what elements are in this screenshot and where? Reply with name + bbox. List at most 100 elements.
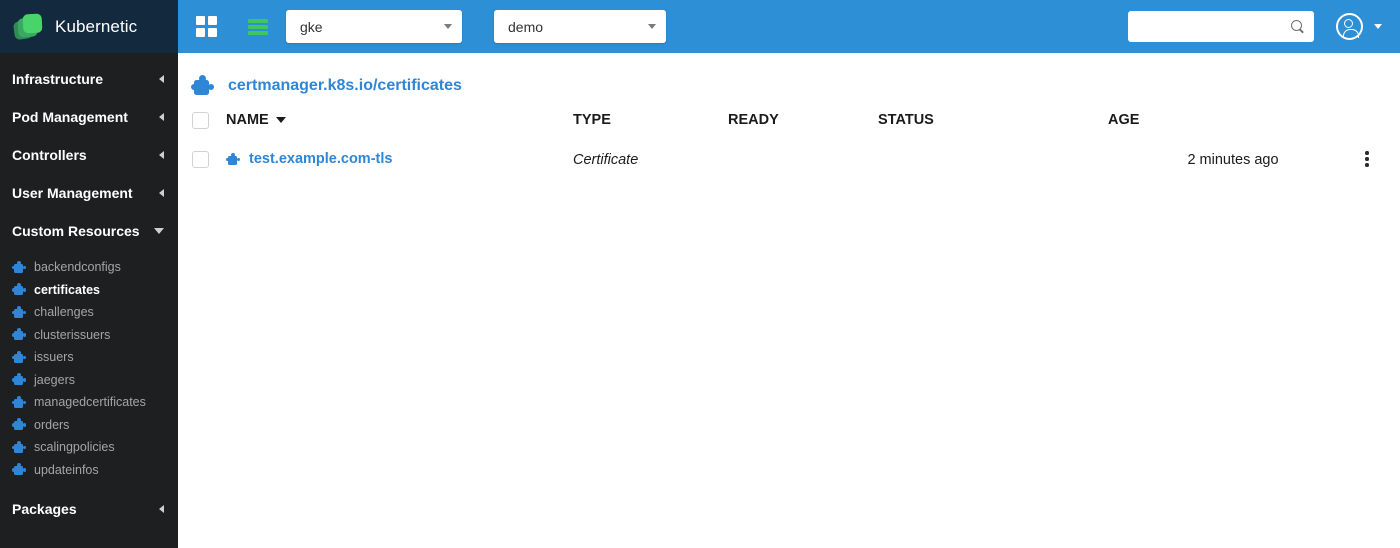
column-header-status[interactable]: STATUS: [878, 101, 1108, 139]
chevron-left-icon: [159, 113, 164, 121]
puzzle-piece-icon: [12, 305, 26, 319]
table-row[interactable]: test.example.com-tls Certificate 2 minut…: [178, 139, 1400, 179]
sort-descending-caret-icon: [275, 117, 286, 123]
cell-status: [878, 139, 1108, 179]
chevron-down-icon: [444, 24, 452, 29]
top-row: Kubernetic gke demo: [0, 0, 1400, 53]
sidebar-item-label: certificates: [34, 282, 101, 297]
resource-table: NAME TYPE READY STATUS AGE test.example.…: [178, 101, 1400, 179]
sidebar-item-label: backendconfigs: [34, 260, 121, 275]
search-box[interactable]: [1128, 11, 1314, 42]
sidebar-item-backendconfigs[interactable]: backendconfigs: [0, 256, 178, 279]
puzzle-piece-icon: [12, 350, 26, 364]
resource-type-value: Certificate: [573, 151, 639, 168]
sidebar-item-label: updateinfos: [34, 462, 99, 477]
sidebar-item-orders[interactable]: orders: [0, 414, 178, 437]
brand-logo-block[interactable]: Kubernetic: [0, 0, 178, 53]
sidebar-item-label: challenges: [34, 305, 94, 320]
sidebar-group-label: Custom Resources: [12, 223, 140, 239]
search-icon[interactable]: [1291, 19, 1305, 34]
breadcrumb-resource-link[interactable]: certmanager.k8s.io/certificates: [228, 77, 462, 95]
sidebar-group-user-management[interactable]: User Management: [0, 174, 178, 212]
body-row: Infrastructure Pod Management Controller…: [0, 53, 1400, 548]
cluster-select[interactable]: gke: [286, 10, 462, 43]
select-all-header: [178, 101, 226, 139]
column-header-ready[interactable]: READY: [728, 101, 878, 139]
sidebar-item-label: managedcertificates: [34, 395, 146, 410]
table-header: NAME TYPE READY STATUS AGE: [178, 101, 1400, 139]
puzzle-piece-icon: [12, 440, 26, 454]
cluster-stack-icon[interactable]: [248, 17, 268, 37]
column-header-actions: [1358, 101, 1400, 139]
puzzle-piece-icon: [226, 152, 240, 166]
search-input[interactable]: [1139, 19, 1291, 34]
puzzle-piece-icon: [12, 373, 26, 386]
user-avatar-icon[interactable]: [1336, 13, 1363, 40]
table-body: test.example.com-tls Certificate 2 minut…: [178, 139, 1400, 179]
cell-ready: [728, 139, 878, 179]
row-select-checkbox[interactable]: [192, 150, 209, 168]
brand-name: Kubernetic: [55, 16, 138, 36]
sidebar-item-updateinfos[interactable]: updateinfos: [0, 459, 178, 482]
chevron-left-icon: [159, 189, 164, 197]
puzzle-piece-icon: [12, 283, 26, 296]
puzzle-piece-icon: [191, 75, 215, 97]
kubernetic-layers-logo-icon: [12, 12, 44, 42]
sidebar-group-label: User Management: [12, 185, 133, 201]
sidebar-group-label: Infrastructure: [12, 71, 104, 87]
sidebar-group-label: Pod Management: [12, 109, 128, 125]
sidebar: Infrastructure Pod Management Controller…: [0, 53, 178, 548]
table-header-row: NAME TYPE READY STATUS AGE: [178, 101, 1400, 139]
sidebar-group-label: Controllers: [12, 147, 87, 163]
sidebar-item-challenges[interactable]: challenges: [0, 301, 178, 324]
sidebar-item-scalingpolicies[interactable]: scalingpolicies: [0, 436, 178, 459]
namespace-select[interactable]: demo: [494, 10, 666, 43]
sidebar-item-managedcertificates[interactable]: managedcertificates: [0, 391, 178, 414]
age-value: 2 minutes ago: [1187, 151, 1279, 168]
chevron-left-icon: [159, 151, 164, 159]
puzzle-piece-icon: [12, 328, 26, 341]
cell-name: test.example.com-tls: [226, 139, 573, 179]
sidebar-item-label: orders: [34, 417, 70, 432]
cell-age: 2 minutes ago: [1108, 139, 1358, 179]
main-content: certmanager.k8s.io/certificates NAME TYP…: [178, 53, 1400, 548]
puzzle-piece-icon: [12, 260, 26, 274]
chevron-down-icon: [154, 228, 164, 234]
resource-name-link[interactable]: test.example.com-tls: [249, 151, 392, 167]
kubernetic-app-window: Kubernetic gke demo Infrastructure Pod M…: [0, 0, 1400, 548]
sidebar-group-custom-resources[interactable]: Custom Resources: [0, 212, 178, 250]
column-header-name[interactable]: NAME: [226, 101, 573, 139]
breadcrumb: certmanager.k8s.io/certificates: [178, 53, 1400, 101]
sidebar-group-packages[interactable]: Packages: [0, 490, 178, 528]
kebab-menu-icon[interactable]: [1358, 150, 1376, 168]
sidebar-item-certificates[interactable]: certificates: [0, 279, 178, 302]
chevron-down-icon: [648, 24, 656, 29]
column-header-age[interactable]: AGE: [1108, 101, 1358, 139]
sidebar-item-jaegers[interactable]: jaegers: [0, 369, 178, 392]
puzzle-piece-icon: [12, 418, 26, 431]
sidebar-group-label: Packages: [12, 501, 77, 517]
account-chevron-down-icon[interactable]: [1374, 24, 1382, 29]
sidebar-item-label: issuers: [34, 350, 74, 365]
sidebar-item-label: scalingpolicies: [34, 440, 115, 455]
grid-apps-icon[interactable]: [196, 15, 218, 38]
cell-actions: [1358, 139, 1400, 179]
sidebar-group-infrastructure[interactable]: Infrastructure: [0, 60, 178, 98]
sidebar-group-pod-management[interactable]: Pod Management: [0, 98, 178, 136]
cluster-select-value: gke: [300, 18, 323, 35]
sidebar-item-clusterissuers[interactable]: clusterissuers: [0, 324, 178, 347]
namespace-select-value: demo: [508, 18, 544, 35]
sidebar-item-issuers[interactable]: issuers: [0, 346, 178, 369]
row-select-cell: [178, 139, 226, 179]
chevron-left-icon: [159, 505, 164, 513]
puzzle-piece-icon: [12, 463, 26, 476]
sidebar-item-label: clusterissuers: [34, 327, 111, 342]
cell-type: Certificate: [573, 139, 728, 179]
chevron-left-icon: [159, 75, 164, 83]
select-all-checkbox[interactable]: [192, 111, 209, 129]
puzzle-piece-icon: [12, 395, 26, 409]
sidebar-item-label: jaegers: [34, 372, 75, 387]
column-header-type[interactable]: TYPE: [573, 101, 728, 139]
top-navigation-bar: gke demo: [178, 0, 1400, 53]
sidebar-group-controllers[interactable]: Controllers: [0, 136, 178, 174]
